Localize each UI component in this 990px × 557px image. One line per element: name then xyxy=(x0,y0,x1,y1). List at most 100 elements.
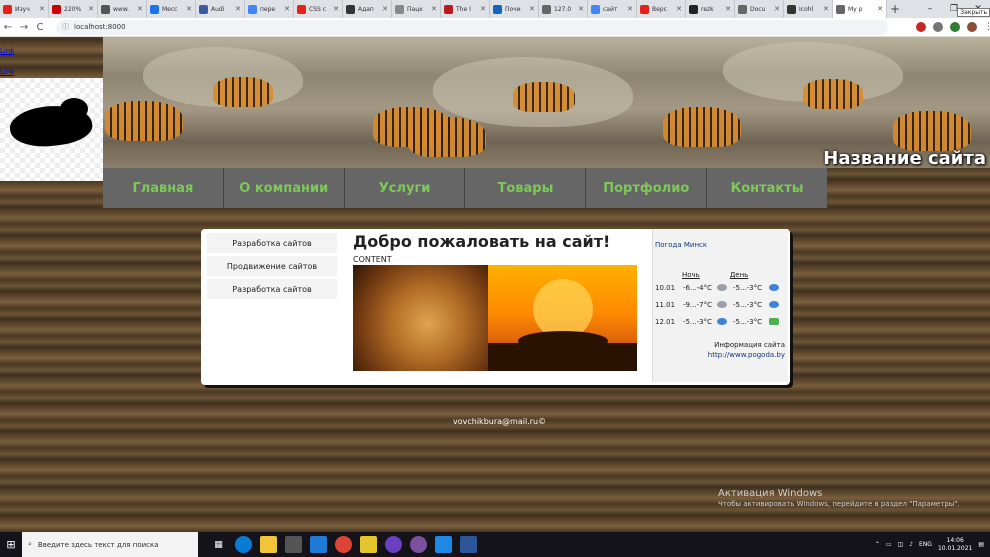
clock[interactable]: 14:06 10.01.2021 xyxy=(938,537,972,553)
tab-close-icon[interactable]: ✕ xyxy=(529,5,535,13)
explorer-icon[interactable] xyxy=(260,536,277,553)
nav-item-contacts[interactable]: Контакты xyxy=(707,168,827,208)
tab-title: Audi xyxy=(211,5,225,13)
reload-icon[interactable]: C xyxy=(32,22,48,33)
menu-icon[interactable]: ⋮ xyxy=(984,22,990,32)
browser-tab[interactable]: Почи ✕ xyxy=(490,0,539,18)
main-nav: Главная О компании Услуги Товары Портфол… xyxy=(103,168,827,208)
top-link[interactable]: Link xyxy=(0,41,14,62)
weather-night: -5...-3°C xyxy=(683,317,713,326)
tab-close-icon[interactable]: ✕ xyxy=(186,5,192,13)
tab-close-icon[interactable]: ✕ xyxy=(676,5,682,13)
tab-title: Адап xyxy=(358,5,374,13)
extension-icon[interactable] xyxy=(950,22,960,32)
batman-icon[interactable] xyxy=(360,536,377,553)
tiger-image xyxy=(803,79,863,109)
tiger-image xyxy=(408,117,486,157)
browser-tab[interactable]: Docu ✕ xyxy=(735,0,784,18)
browser-tab[interactable]: Адап ✕ xyxy=(343,0,392,18)
browser-tab[interactable]: My p ✕ xyxy=(833,0,887,18)
browser-tab[interactable]: Изуч ✕ xyxy=(0,0,49,18)
extension-icon[interactable] xyxy=(933,22,943,32)
weather-title[interactable]: Погода Минск xyxy=(655,241,785,249)
tab-close-icon[interactable]: ✕ xyxy=(431,5,437,13)
browser-tab[interactable]: rezk ✕ xyxy=(686,0,735,18)
weather-day: -5...-3°C xyxy=(733,317,763,326)
forward-icon[interactable]: → xyxy=(16,22,32,33)
tab-close-icon[interactable]: ✕ xyxy=(88,5,94,13)
tab-close-icon[interactable]: ✕ xyxy=(39,5,45,13)
tab-title: Верс xyxy=(652,5,667,13)
volume-icon[interactable]: ♪ xyxy=(909,541,913,548)
tab-close-icon[interactable]: ✕ xyxy=(725,5,731,13)
left-menu-item[interactable]: Разработка сайтов xyxy=(207,233,337,253)
profile-avatar[interactable] xyxy=(967,22,977,32)
tab-favicon-icon xyxy=(738,4,747,14)
site-logo[interactable] xyxy=(0,78,103,181)
weather-info: Информация сайта xyxy=(714,341,785,349)
info-icon[interactable]: ⓘ xyxy=(62,22,69,32)
browser-tab[interactable]: Пацк ✕ xyxy=(392,0,441,18)
language-indicator[interactable]: ENG xyxy=(919,541,932,548)
url-input[interactable]: ⓘ localhost:8000 xyxy=(56,19,888,35)
browser-tab[interactable]: The I ✕ xyxy=(441,0,490,18)
viber-icon[interactable] xyxy=(410,536,427,553)
minimize-icon[interactable]: – xyxy=(918,0,942,18)
task-view-icon[interactable]: ▦ xyxy=(210,536,227,553)
browser-tab[interactable]: CSS с ✕ xyxy=(294,0,343,18)
tab-close-icon[interactable]: ✕ xyxy=(333,5,339,13)
tab-close-icon[interactable]: ✕ xyxy=(578,5,584,13)
network-icon[interactable]: ◫ xyxy=(898,541,904,548)
browser-tab[interactable]: Icohl ✕ xyxy=(784,0,833,18)
tab-title: CSS с xyxy=(309,5,327,13)
left-menu-item[interactable]: Продвижение сайтов xyxy=(207,256,337,276)
chevron-up-icon[interactable]: ⌃ xyxy=(875,541,880,548)
word-icon[interactable] xyxy=(460,536,477,553)
nav-item-portfolio[interactable]: Портфолио xyxy=(586,168,708,208)
tab-close-icon[interactable]: ✕ xyxy=(480,5,486,13)
tab-close-icon[interactable]: ✕ xyxy=(137,5,143,13)
browser-tab[interactable]: Audi ✕ xyxy=(196,0,245,18)
weather-col-day: День xyxy=(729,271,749,279)
chrome-icon[interactable] xyxy=(335,536,352,553)
windows-start-icon[interactable]: ⊞ xyxy=(0,538,22,551)
weather-link[interactable]: http://www.pogoda.by xyxy=(655,351,785,359)
system-tray: ⌃ ▭ ◫ ♪ ENG 14:06 10.01.2021 ▤ xyxy=(875,537,990,553)
browser-tab[interactable]: пере ✕ xyxy=(245,0,294,18)
edge-icon[interactable] xyxy=(235,536,252,553)
battery-icon[interactable]: ▭ xyxy=(886,541,892,548)
tab-favicon-icon xyxy=(297,4,306,14)
notification-icon[interactable]: ▤ xyxy=(978,541,984,548)
nav-item-about[interactable]: О компании xyxy=(224,168,345,208)
new-tab-button[interactable]: + xyxy=(887,2,903,16)
tab-favicon-icon xyxy=(689,4,698,14)
tab-close-icon[interactable]: ✕ xyxy=(823,5,829,13)
browser-tab[interactable]: Месс ✕ xyxy=(147,0,196,18)
tab-close-icon[interactable]: ✕ xyxy=(627,5,633,13)
tab-close-icon[interactable]: ✕ xyxy=(877,5,883,13)
store-icon[interactable] xyxy=(285,536,302,553)
back-icon[interactable]: ← xyxy=(0,22,16,33)
nav-item-home[interactable]: Главная xyxy=(103,168,224,208)
close-tooltip: Закрыть xyxy=(957,8,990,17)
browser-tab[interactable]: 220% ✕ xyxy=(49,0,98,18)
left-menu-item[interactable]: Разработка сайтов xyxy=(207,279,337,299)
adblock-icon[interactable] xyxy=(916,22,926,32)
browser-tab-bar: Изуч ✕ 220% ✕ www. ✕ Месс ✕ Audi ✕ пере ✕ CSS с ✕ Адап… xyxy=(0,0,990,18)
tab-close-icon[interactable]: ✕ xyxy=(382,5,388,13)
tab-close-icon[interactable]: ✕ xyxy=(284,5,290,13)
tab-close-icon[interactable]: ✕ xyxy=(774,5,780,13)
browser-tab[interactable]: www. ✕ xyxy=(98,0,147,18)
weather-row: 11.01 -9...-7°C -5...-3°C xyxy=(655,296,785,313)
nav-item-products[interactable]: Товары xyxy=(465,168,587,208)
tab-close-icon[interactable]: ✕ xyxy=(235,5,241,13)
browser-tab[interactable]: сайт ✕ xyxy=(588,0,637,18)
taskbar-apps: ▦ xyxy=(210,536,477,553)
skype-icon[interactable] xyxy=(385,536,402,553)
vscode-icon[interactable] xyxy=(435,536,452,553)
nav-item-services[interactable]: Услуги xyxy=(345,168,466,208)
browser-tab[interactable]: Верс ✕ xyxy=(637,0,686,18)
taskbar-search[interactable]: ⌕ Введите здесь текст для поиска xyxy=(22,532,198,557)
mail-icon[interactable] xyxy=(310,536,327,553)
browser-tab[interactable]: 127.0 ✕ xyxy=(539,0,588,18)
